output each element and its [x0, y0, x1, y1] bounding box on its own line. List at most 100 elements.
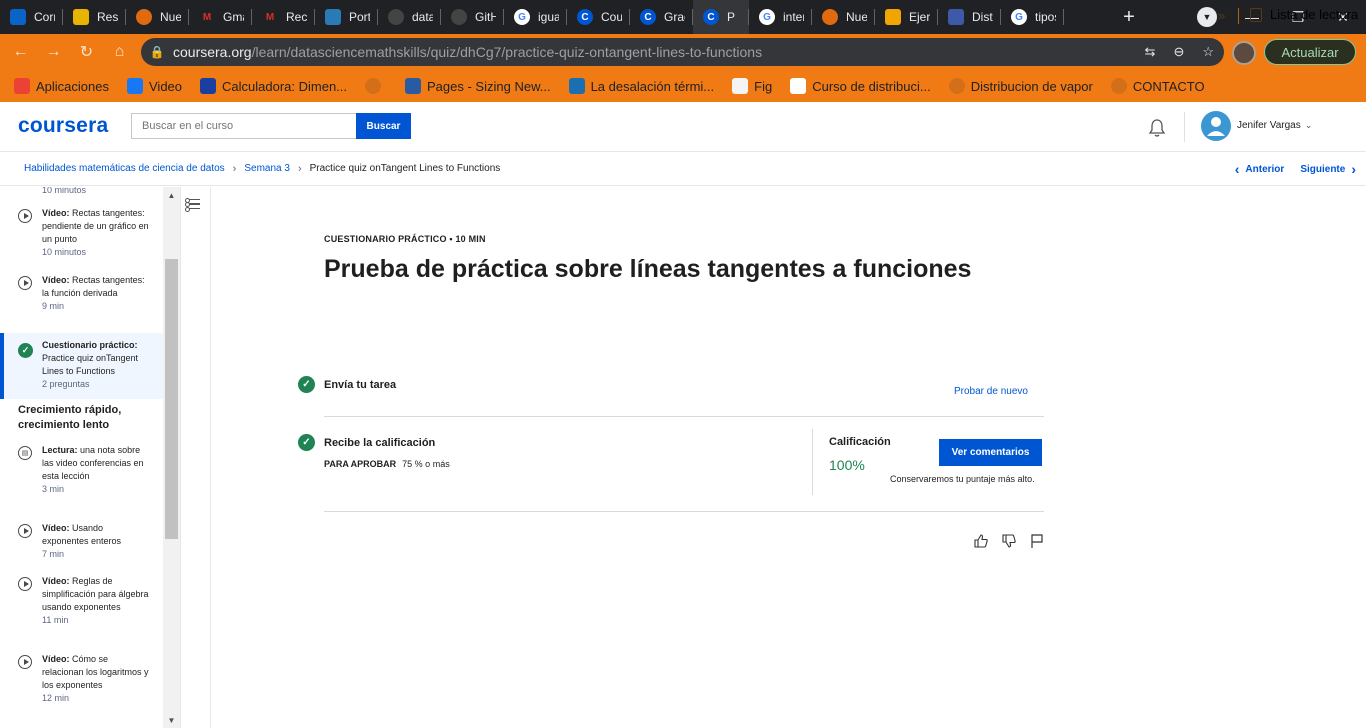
- new-tab-button[interactable]: +: [1113, 0, 1145, 34]
- browser-tab[interactable]: Gtipos: [1001, 0, 1064, 34]
- bookmark-item[interactable]: Aplicaciones: [14, 78, 109, 94]
- bookmark-label: Fig: [754, 78, 773, 94]
- previous-link[interactable]: Anterior: [1245, 164, 1284, 175]
- bookmark-item[interactable]: Fig: [732, 78, 772, 94]
- globe-icon: [1110, 78, 1127, 94]
- breadcrumb: Habilidades matemáticas de ciencia de da…: [0, 152, 1366, 186]
- tab-search-icon[interactable]: ▼: [1197, 7, 1217, 27]
- user-avatar[interactable]: [1201, 111, 1231, 141]
- play-icon: [18, 577, 32, 591]
- browser-tab-label: tipos: [1035, 10, 1056, 24]
- coursera-icon: C: [703, 9, 719, 25]
- play-icon: [18, 276, 32, 290]
- search-button[interactable]: Buscar: [356, 113, 411, 139]
- browser-tab[interactable]: Nue: [126, 0, 189, 34]
- reading-list-button[interactable]: Lista de lectura: [1250, 7, 1358, 22]
- bookmark-item[interactable]: La desalación térmi...: [568, 78, 714, 94]
- quiz-kicker: CUESTIONARIO PRÁCTICO • 10 MIN: [324, 234, 486, 244]
- google-icon: G: [1011, 9, 1027, 25]
- scroll-down-arrow-icon[interactable]: ▼: [163, 712, 180, 728]
- grade-label: Calificación: [829, 436, 891, 448]
- bookmark-item[interactable]: Video: [127, 78, 182, 94]
- breadcrumb-course[interactable]: Habilidades matemáticas de ciencia de da…: [24, 163, 225, 174]
- thumbs-down-icon[interactable]: [1000, 532, 1018, 550]
- view-feedback-button[interactable]: Ver comentarios: [939, 439, 1042, 466]
- chevron-left-icon: ‹: [1234, 161, 1240, 177]
- address-bar[interactable]: 🔒 coursera.org/learn/datasciencemathskil…: [141, 38, 1224, 66]
- sidebar-item-text: Vídeo: Usando exponentes enteros 7 min: [42, 523, 122, 559]
- sheet-icon: [885, 9, 901, 25]
- profile-avatar[interactable]: [1232, 41, 1256, 65]
- more-bookmarks-button[interactable]: »: [1218, 8, 1225, 23]
- course-outline-sidebar: 10 minutos Vídeo: Rectas tangentes: pend…: [0, 187, 163, 728]
- browser-tab[interactable]: M Gma: [189, 0, 252, 34]
- sidebar-item-video-simplification-rules[interactable]: Vídeo: Reglas de simplificación para álg…: [0, 575, 163, 645]
- forward-icon[interactable]: →: [37, 34, 70, 70]
- browser-tab[interactable]: CP: [693, 0, 749, 34]
- scrollbar-thumb[interactable]: [165, 259, 178, 539]
- browser-tab-label: Cour: [601, 10, 622, 24]
- bookmark-item[interactable]: CONTACTO: [1110, 78, 1205, 94]
- browser-tab[interactable]: C Grac: [630, 0, 693, 34]
- grade-value: 100%: [829, 457, 865, 473]
- reload-icon[interactable]: ↻: [70, 34, 103, 70]
- sidebar-item-practice-quiz[interactable]: ✓ Cuestionario práctico: Practice quiz o…: [0, 333, 163, 399]
- bookmark-item[interactable]: Curso de distribuci...: [790, 78, 931, 94]
- sidebar-scrollbar[interactable]: ▲ ▼: [163, 187, 180, 728]
- course-search-input[interactable]: [131, 113, 356, 139]
- browser-tab[interactable]: Dista: [938, 0, 1001, 34]
- flag-icon[interactable]: [1028, 532, 1046, 550]
- outline-list-icon[interactable]: [185, 194, 206, 214]
- apps-icon: [14, 78, 30, 94]
- notification-bell-icon[interactable]: [1147, 118, 1167, 138]
- retry-link[interactable]: Probar de nuevo: [954, 386, 1028, 397]
- bookmark-label: Distribucion de vapor: [970, 78, 1093, 94]
- breadcrumb-week[interactable]: Semana 3: [244, 163, 290, 174]
- browser-tab[interactable]: Porta: [315, 0, 378, 34]
- sidebar-item-video-derivative[interactable]: Vídeo: Rectas tangentes: la función deri…: [0, 274, 163, 332]
- translate-icon[interactable]: ⇆: [1145, 44, 1156, 60]
- update-button[interactable]: Actualizar: [1264, 39, 1356, 65]
- home-icon[interactable]: ⌂: [103, 34, 136, 70]
- bookmark-star-icon[interactable]: ☆: [1202, 44, 1214, 60]
- browser-tab[interactable]: GitH: [441, 0, 504, 34]
- sidebar-item-video-tangent-slope[interactable]: Vídeo: Rectas tangentes: pendiente de un…: [0, 207, 163, 267]
- browser-tab[interactable]: M Recil: [252, 0, 315, 34]
- browser-tab[interactable]: Resu: [63, 0, 126, 34]
- coursera-logo[interactable]: coursera: [18, 114, 108, 138]
- gmail-icon: M: [202, 11, 212, 23]
- browser-tab[interactable]: Nue: [812, 0, 875, 34]
- next-link[interactable]: Siguiente: [1300, 164, 1345, 175]
- reading-list-icon: [1250, 7, 1262, 22]
- sidebar-item-video-logarithms[interactable]: Vídeo: Cómo se relacionan los logaritmos…: [0, 653, 163, 723]
- pass-requirement: PARA APROBAR 75 % o más: [324, 459, 450, 469]
- zoom-icon[interactable]: ⊖: [1173, 44, 1184, 60]
- browser-tab[interactable]: Ejerc: [875, 0, 938, 34]
- submit-step-label: Envía tu tarea: [324, 379, 397, 391]
- scroll-up-arrow-icon[interactable]: ▲: [163, 187, 180, 203]
- browser-tab[interactable]: data: [378, 0, 441, 34]
- resume-icon: [73, 9, 89, 25]
- pass-label: PARA APROBAR: [324, 459, 397, 469]
- bookmark-label: Curso de distribuci...: [812, 78, 931, 94]
- browser-tab-label: igual: [538, 10, 559, 24]
- user-menu[interactable]: Jenifer Vargas ⌄: [1237, 120, 1312, 131]
- bookmark-item[interactable]: Distribucion de vapor: [948, 78, 1093, 94]
- browser-tab[interactable]: Ginter: [749, 0, 812, 34]
- back-icon[interactable]: ←: [4, 34, 37, 70]
- check-circle-icon: ✓: [298, 376, 315, 393]
- bookmark-item[interactable]: [365, 78, 387, 94]
- sidebar-item-video-integer-exponents[interactable]: Vídeo: Usando exponentes enteros 7 min: [0, 522, 163, 566]
- browser-tab[interactable]: Corr: [0, 0, 63, 34]
- sidebar-item-reading-note[interactable]: ▤ Lectura: una nota sobre las video conf…: [0, 444, 163, 514]
- browser-tab[interactable]: Gigual: [504, 0, 567, 34]
- reaction-buttons: [972, 532, 1046, 550]
- bookmark-item[interactable]: Pages - Sizing New...: [405, 78, 551, 94]
- bookmark-item[interactable]: Calculadora: Dimen...: [200, 78, 347, 94]
- thumbs-up-icon[interactable]: [972, 532, 990, 550]
- header-divider: [1184, 112, 1185, 142]
- browser-tab[interactable]: C Cour: [567, 0, 630, 34]
- lock-icon[interactable]: 🔒: [141, 45, 173, 59]
- browser-tab-label: Porta: [349, 10, 370, 24]
- breadcrumb-current: Practice quiz onTangent Lines to Functio…: [309, 163, 501, 174]
